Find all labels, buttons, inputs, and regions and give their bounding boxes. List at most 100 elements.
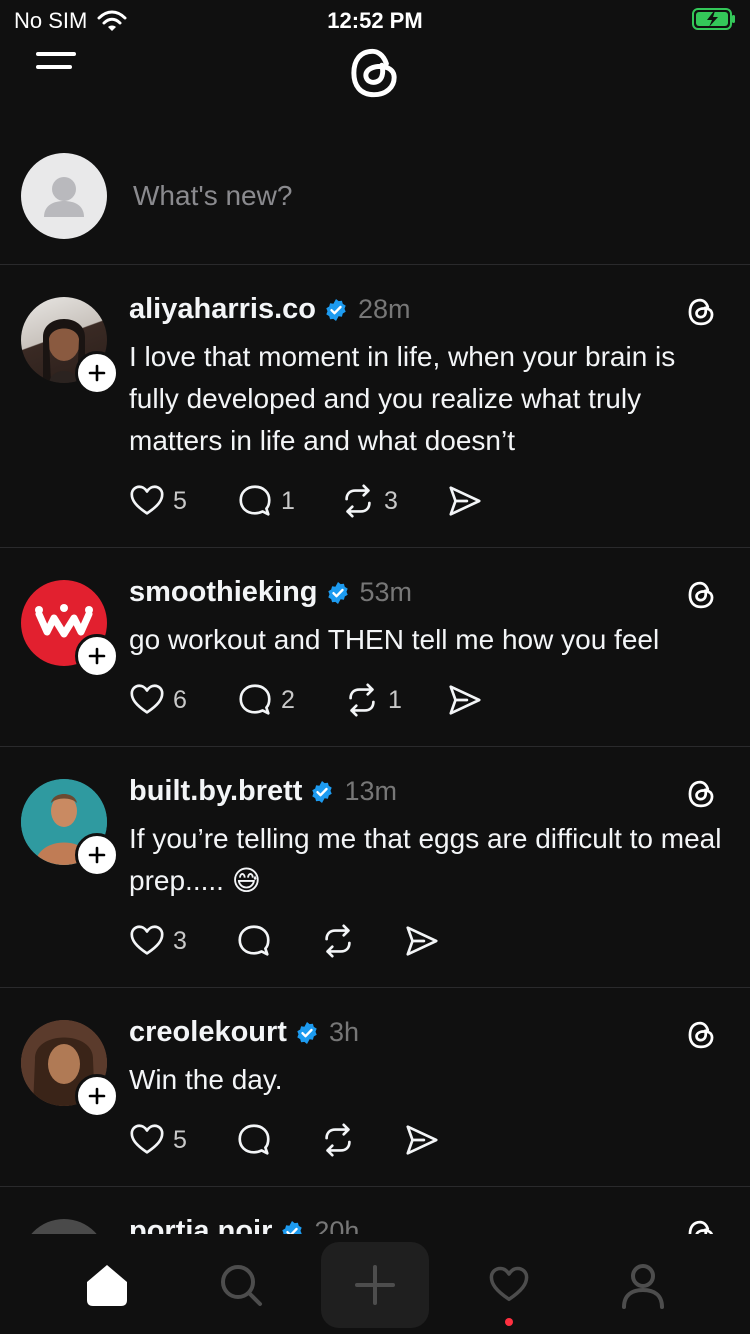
share-button[interactable] bbox=[446, 481, 484, 521]
default-person-icon bbox=[21, 153, 107, 239]
sweat-smile-emoji: 😅 bbox=[231, 865, 261, 896]
repost-icon bbox=[339, 482, 377, 520]
menu-button[interactable] bbox=[36, 52, 76, 86]
repost-icon bbox=[343, 681, 381, 719]
username[interactable]: portia.noir bbox=[129, 1215, 272, 1234]
post[interactable]: portia.noir 20h bbox=[0, 1187, 750, 1234]
repost-count: 3 bbox=[384, 486, 398, 515]
heart-icon bbox=[128, 922, 166, 960]
post-text: If you’re telling me that eggs are diffi… bbox=[129, 818, 729, 902]
share-button[interactable] bbox=[446, 680, 484, 720]
repost-button[interactable]: 1 bbox=[343, 680, 402, 720]
heart-icon bbox=[128, 482, 166, 520]
post-header: portia.noir 20h bbox=[129, 1215, 359, 1234]
repost-icon bbox=[319, 1121, 357, 1159]
avatar[interactable] bbox=[21, 1219, 107, 1234]
share-button[interactable] bbox=[403, 921, 441, 961]
profile-icon bbox=[622, 1264, 664, 1309]
threads-icon[interactable] bbox=[684, 1217, 718, 1234]
follow-button[interactable] bbox=[75, 1074, 119, 1118]
post-header: creolekourt 3h bbox=[129, 1016, 359, 1049]
top-bar bbox=[0, 40, 750, 110]
heart-icon bbox=[128, 1121, 166, 1159]
share-icon bbox=[403, 1121, 441, 1159]
follow-button[interactable] bbox=[75, 634, 119, 678]
notification-dot bbox=[505, 1318, 513, 1326]
reply-icon bbox=[235, 922, 273, 960]
post[interactable]: built.by.brett 13m If you’re telling me … bbox=[0, 747, 750, 987]
create-thread-button[interactable] bbox=[321, 1242, 429, 1328]
like-button[interactable]: 5 bbox=[128, 481, 187, 521]
post[interactable]: smoothieking 53m go workout and THEN tel… bbox=[0, 548, 750, 746]
post-text: I love that moment in life, when your br… bbox=[129, 341, 676, 456]
like-button[interactable]: 3 bbox=[128, 921, 187, 961]
repost-button[interactable] bbox=[319, 1120, 357, 1160]
plus-icon bbox=[85, 644, 109, 668]
like-count: 6 bbox=[173, 685, 187, 714]
verified-badge-icon bbox=[324, 298, 348, 322]
tab-activity[interactable] bbox=[474, 1254, 544, 1316]
username[interactable]: built.by.brett bbox=[129, 775, 302, 808]
like-count: 5 bbox=[173, 1125, 187, 1154]
threads-icon[interactable] bbox=[684, 777, 718, 811]
home-icon bbox=[87, 1265, 127, 1306]
verified-badge-icon bbox=[310, 780, 334, 804]
reply-icon bbox=[236, 482, 274, 520]
reply-button[interactable]: 2 bbox=[236, 680, 295, 720]
threads-logo-icon[interactable] bbox=[343, 40, 405, 106]
tab-search[interactable] bbox=[206, 1254, 276, 1316]
search-icon bbox=[221, 1265, 262, 1306]
heart-icon bbox=[489, 1266, 529, 1302]
share-icon bbox=[446, 681, 484, 719]
post-header: aliyaharris.co 28m bbox=[129, 293, 411, 326]
like-count: 5 bbox=[173, 486, 187, 515]
plus-icon bbox=[85, 843, 109, 867]
post-time: 28m bbox=[358, 294, 411, 324]
follow-button[interactable] bbox=[75, 833, 119, 877]
reply-button[interactable] bbox=[235, 1120, 273, 1160]
repost-button[interactable] bbox=[319, 921, 357, 961]
repost-icon bbox=[319, 922, 357, 960]
menu-icon-line bbox=[36, 52, 76, 56]
post-header: smoothieking 53m bbox=[129, 576, 412, 609]
like-button[interactable]: 6 bbox=[128, 680, 187, 720]
reply-count: 2 bbox=[281, 685, 295, 714]
username[interactable]: creolekourt bbox=[129, 1016, 287, 1049]
plus-icon bbox=[85, 361, 109, 385]
share-button[interactable] bbox=[403, 1120, 441, 1160]
username[interactable]: aliyaharris.co bbox=[129, 293, 316, 326]
repost-count: 1 bbox=[388, 685, 402, 714]
verified-badge-icon bbox=[280, 1220, 304, 1235]
tab-profile[interactable] bbox=[608, 1254, 678, 1316]
like-count: 3 bbox=[173, 926, 187, 955]
post-time: 13m bbox=[344, 776, 397, 806]
post[interactable]: aliyaharris.co 28m I love that moment in… bbox=[0, 265, 750, 547]
tab-home[interactable] bbox=[72, 1254, 142, 1316]
post[interactable]: creolekourt 3h Win the day. 5 bbox=[0, 988, 750, 1186]
reply-button[interactable] bbox=[235, 921, 273, 961]
reply-button[interactable]: 1 bbox=[236, 481, 295, 521]
threads-icon[interactable] bbox=[684, 1018, 718, 1052]
username[interactable]: smoothieking bbox=[129, 576, 318, 609]
status-bar: No SIM 12:52 PM bbox=[0, 0, 750, 40]
battery-charging-icon bbox=[692, 8, 735, 30]
follow-button[interactable] bbox=[75, 351, 119, 395]
plus-icon bbox=[85, 1084, 109, 1108]
post-text-body: If you’re telling me that eggs are diffi… bbox=[129, 823, 722, 896]
like-button[interactable]: 5 bbox=[128, 1120, 187, 1160]
post-time: 20h bbox=[314, 1216, 360, 1234]
composer-input[interactable]: What's new? bbox=[133, 180, 292, 212]
post-time: 53m bbox=[359, 577, 413, 607]
menu-icon-line bbox=[36, 65, 72, 69]
new-thread-composer[interactable]: What's new? bbox=[0, 132, 750, 264]
reply-count: 1 bbox=[281, 486, 295, 515]
bottom-tab-bar bbox=[0, 1234, 750, 1334]
threads-icon[interactable] bbox=[684, 295, 718, 329]
plus-icon bbox=[355, 1265, 395, 1305]
own-avatar[interactable] bbox=[21, 153, 107, 239]
repost-button[interactable]: 3 bbox=[339, 481, 398, 521]
share-icon bbox=[403, 922, 441, 960]
threads-icon[interactable] bbox=[684, 578, 718, 612]
verified-badge-icon bbox=[295, 1021, 319, 1045]
share-icon bbox=[446, 482, 484, 520]
